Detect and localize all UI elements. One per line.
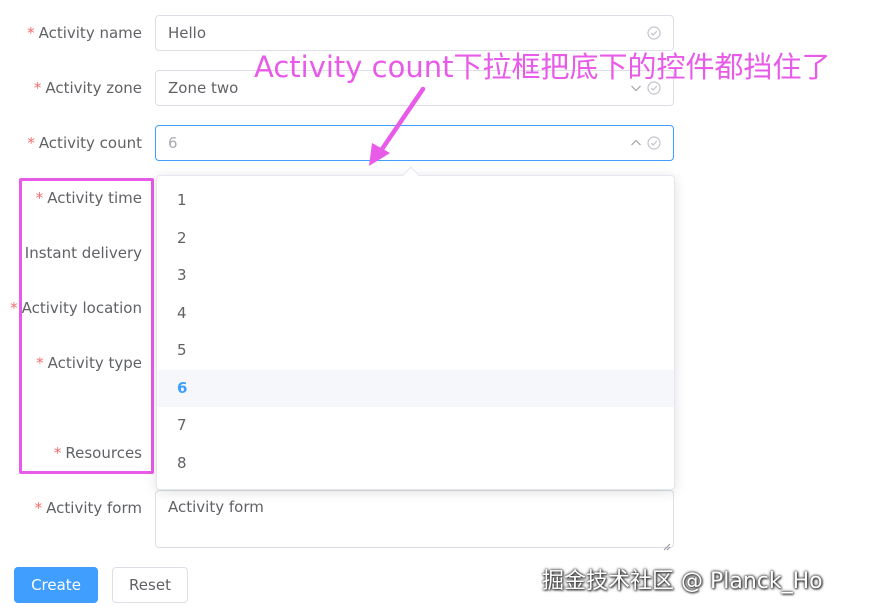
watermark: 掘金技术社区 @ Planck_Ho — [542, 569, 823, 594]
annotation-text: Activity count下拉框把底下的控件都挡住了 — [254, 50, 831, 84]
activity-count-label-text: Activity count — [38, 134, 142, 152]
annotation-highlight-box — [19, 178, 154, 474]
required-asterisk: * — [27, 134, 35, 152]
activity-name-label-text: Activity name — [38, 24, 142, 42]
activity-zone-label: * Activity zone — [34, 78, 142, 98]
resize-handle-icon[interactable] — [663, 537, 671, 551]
dropdown-option[interactable]: 2 — [157, 220, 674, 258]
dropdown-option[interactable]: 5 — [157, 332, 674, 370]
annotation-arrow-icon — [360, 85, 430, 174]
activity-count-label: * Activity count — [27, 133, 142, 153]
dropdown-option[interactable]: 4 — [157, 295, 674, 333]
activity-name-value: Hello — [168, 24, 207, 42]
activity-form-label-text: Activity form — [46, 499, 142, 517]
dropdown-option[interactable]: 1 — [157, 182, 674, 220]
activity-name-input[interactable]: Hello — [155, 15, 674, 51]
required-asterisk: * — [27, 24, 35, 42]
activity-form-textarea[interactable]: Activity form — [155, 490, 674, 551]
activity-count-dropdown: 1 2 3 4 5 6 7 8 — [156, 175, 675, 490]
activity-form-value: Activity form — [168, 498, 264, 516]
dropdown-option[interactable]: 8 — [157, 445, 674, 483]
dropdown-option[interactable]: 3 — [157, 257, 674, 295]
required-asterisk: * — [33, 79, 42, 97]
dropdown-option[interactable]: 7 — [157, 407, 674, 445]
activity-form-page: * Activity name Hello * Activity zone Zone… — [0, 0, 874, 615]
circle-check-icon — [647, 26, 661, 40]
circle-check-icon — [647, 136, 661, 150]
chevron-up-icon[interactable] — [629, 136, 643, 150]
dropdown-option-selected[interactable]: 6 — [157, 369, 674, 407]
activity-name-label: * Activity name — [27, 23, 142, 43]
create-button[interactable]: Create — [14, 567, 98, 603]
activity-zone-label-text: Activity zone — [45, 79, 142, 97]
required-asterisk: * — [10, 299, 18, 317]
activity-form-label: * Activity form — [35, 498, 142, 518]
required-asterisk: * — [34, 499, 43, 517]
reset-button[interactable]: Reset — [112, 567, 188, 603]
